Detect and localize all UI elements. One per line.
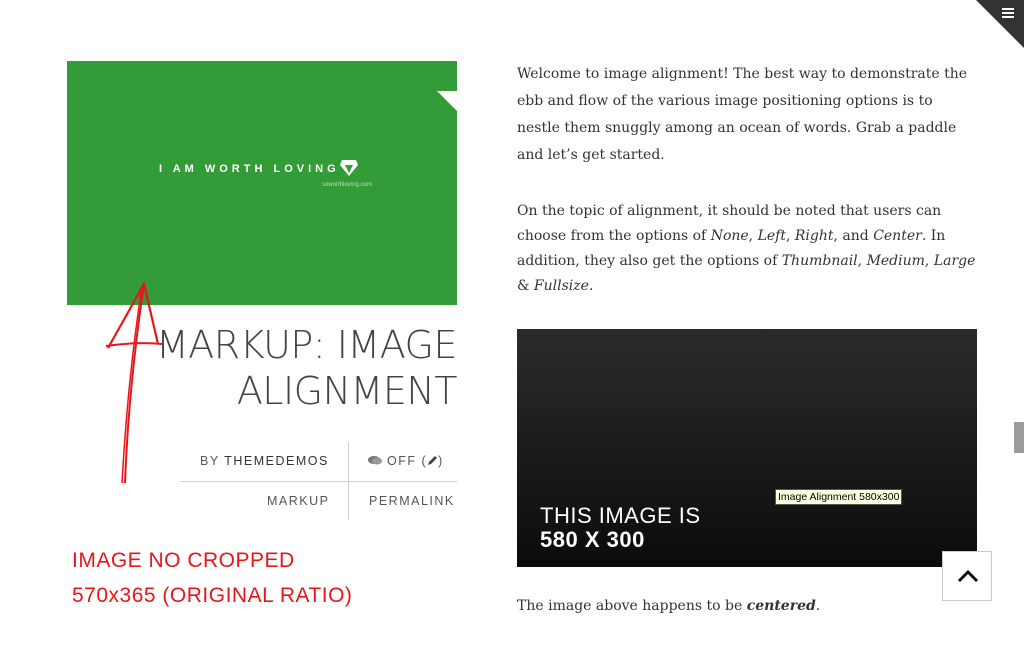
- meta-author-link[interactable]: THEMEDEMOS: [224, 454, 329, 468]
- meta-author: BY THEMEDEMOS: [200, 454, 329, 468]
- meta-divider-horizontal: [180, 481, 457, 482]
- featured-image-text: I AM WORTH LOVING: [159, 163, 340, 175]
- diamond-icon: [340, 160, 358, 176]
- meta-permalink[interactable]: PERMALINK: [369, 494, 455, 508]
- featured-image-subtext: soworthloving.com: [322, 182, 372, 188]
- annotation-line1: IMAGE NO CROPPED: [72, 549, 295, 572]
- annotation-arrow: [105, 280, 163, 484]
- meta-comments-label: OFF: [386, 454, 417, 468]
- opt-left: Left: [757, 228, 786, 244]
- pencil-icon[interactable]: [427, 455, 438, 466]
- centered-image-line2: 580 X 300: [540, 527, 645, 552]
- intro-paragraph: Welcome to image alignment! The best way…: [517, 66, 968, 163]
- featured-image[interactable]: I AM WORTH LOVING soworthloving.com: [67, 61, 457, 305]
- meta-paren-close: ): [438, 454, 444, 468]
- caption-end: .: [815, 598, 821, 614]
- p2-end: .: [588, 278, 594, 294]
- sep6: &: [517, 278, 534, 294]
- post-title-line2: ALIGNMENT: [236, 369, 458, 413]
- annotation-line2: 570x365 (ORIGINAL RATIO): [72, 584, 353, 607]
- sep3: , and: [833, 228, 874, 244]
- caption-emphasis: centered: [746, 598, 816, 614]
- sep4: ,: [857, 253, 867, 269]
- meta-category-link[interactable]: MARKUP: [267, 494, 329, 508]
- caption-text: The image above happens to be: [517, 598, 747, 614]
- sep5: ,: [924, 253, 934, 269]
- comment-icon: [368, 456, 382, 465]
- back-to-top-button[interactable]: [942, 551, 992, 601]
- chevron-up-icon: [957, 569, 979, 583]
- meta-comments[interactable]: OFF (): [368, 454, 444, 468]
- menu-corner[interactable]: [976, 0, 1024, 48]
- alignment-paragraph: On the topic of alignment, it should be …: [517, 199, 977, 299]
- meta-by-label: BY: [200, 454, 220, 468]
- opt-right: Right: [794, 228, 834, 244]
- sep1: ,: [748, 228, 758, 244]
- opt-none: None: [710, 228, 749, 244]
- centered-image[interactable]: THIS IMAGE IS 580 X 300: [517, 329, 977, 567]
- sep2: ,: [785, 228, 795, 244]
- opt-large: Large: [933, 253, 976, 269]
- opt-thumbnail: Thumbnail: [781, 253, 858, 269]
- caption-paragraph: The image above happens to be centered.: [517, 598, 820, 614]
- post-title-line1: MARKUP: IMAGE: [156, 323, 457, 367]
- menu-icon[interactable]: [1002, 8, 1014, 20]
- post-title: MARKUP: IMAGE ALIGNMENT: [140, 322, 457, 414]
- centered-image-line1: THIS IMAGE IS: [540, 503, 701, 528]
- opt-medium: Medium: [866, 253, 925, 269]
- image-tooltip: Image Alignment 580x300: [775, 489, 903, 505]
- opt-center: Center: [873, 228, 922, 244]
- scrollbar-thumb[interactable]: [1014, 422, 1024, 453]
- opt-fullsize: Fullsize: [533, 278, 589, 294]
- image-notch: [437, 91, 457, 111]
